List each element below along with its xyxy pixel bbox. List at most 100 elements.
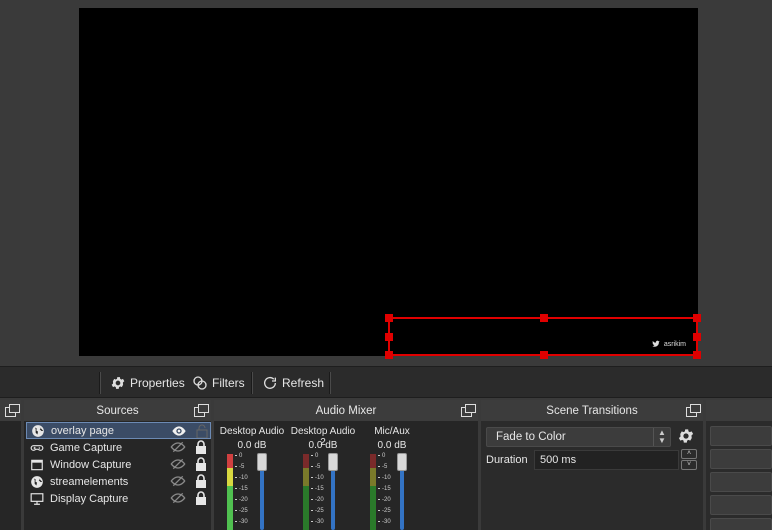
control-button[interactable]: [710, 518, 772, 530]
mixer-channel-desktop-audio: Desktop Audio 0.0 dB 0 -5 -10 -15 -20 -2…: [216, 421, 288, 530]
meter-scale: 0 -5 -10 -15 -20 -25 -30: [235, 453, 257, 530]
controls-dock-title: [706, 400, 772, 421]
list-item[interactable]: Display Capture: [26, 490, 211, 507]
float-dock-icon[interactable]: [686, 404, 701, 417]
lock-icon[interactable]: [195, 474, 207, 488]
list-item[interactable]: Window Capture: [26, 456, 211, 473]
visibility-hidden-eye-icon[interactable]: [170, 492, 186, 504]
meter-tick: -10: [235, 475, 248, 481]
visibility-hidden-eye-icon[interactable]: [170, 458, 186, 470]
monitor-icon: [30, 492, 44, 506]
duration-input[interactable]: 500 ms: [534, 450, 679, 470]
scene-transitions-dock: Scene Transitions Fade to Color ▲ ▼ Durat…: [481, 400, 703, 530]
volume-fader-track[interactable]: [260, 467, 264, 530]
meter-tick: -30: [235, 519, 248, 525]
meter-tick: -10: [378, 475, 391, 481]
lock-icon[interactable]: [195, 440, 207, 454]
browser-globe-icon: [31, 424, 45, 438]
float-dock-icon[interactable]: [5, 404, 20, 417]
chevron-up-icon[interactable]: ˄: [681, 449, 697, 459]
source-label: Game Capture: [50, 441, 123, 454]
mixer-channel-desktop-audio-2: Desktop Audio 2 0.0 dB 0 -5 -10 -15 -20 …: [287, 421, 359, 530]
meter-tick: -5: [235, 464, 244, 470]
transition-settings-gear-icon[interactable]: [677, 427, 695, 445]
duration-value: 500 ms: [540, 454, 577, 466]
meter-tick: -15: [378, 486, 391, 492]
meter-tick: -15: [311, 486, 324, 492]
properties-label: Properties: [130, 376, 185, 390]
properties-button[interactable]: Properties: [110, 373, 185, 393]
volume-fader-track[interactable]: [331, 467, 335, 530]
toolbar-separator: [99, 372, 101, 394]
list-item[interactable]: streamelements: [26, 473, 211, 490]
transition-select[interactable]: Fade to Color ▲ ▼: [486, 427, 671, 447]
lock-icon[interactable]: [195, 491, 207, 505]
scene-transitions-title: Scene Transitions: [546, 404, 638, 417]
scenes-dock: [0, 400, 21, 530]
resize-handle-bottom[interactable]: [540, 351, 548, 359]
meter-tick: -30: [378, 519, 391, 525]
control-button[interactable]: [710, 495, 772, 515]
resize-handle-left[interactable]: [385, 333, 393, 341]
channel-name: Mic/Aux: [374, 426, 410, 437]
source-label: Window Capture: [50, 458, 132, 471]
gear-icon: [111, 377, 125, 389]
float-dock-icon[interactable]: [194, 404, 209, 417]
meter-tick: -10: [311, 475, 324, 481]
refresh-button[interactable]: Refresh: [262, 373, 324, 393]
meter-tick: 0: [378, 453, 385, 459]
preview-canvas[interactable]: asrikim: [79, 8, 701, 359]
filters-icon: [193, 376, 207, 390]
visibility-eye-icon[interactable]: [171, 425, 187, 437]
overlay-twitter-handle: asrikim: [652, 340, 686, 348]
list-item[interactable]: Game Capture: [26, 439, 211, 456]
transition-select-value: Fade to Color: [496, 431, 566, 443]
chevron-down-icon[interactable]: ˅: [681, 460, 697, 470]
twitter-icon: [652, 340, 660, 347]
meter-tick: 0: [311, 453, 318, 459]
resize-handle-right[interactable]: [693, 333, 701, 341]
filters-button[interactable]: Filters: [192, 373, 245, 393]
visibility-hidden-eye-icon[interactable]: [170, 475, 186, 487]
meter-tick: -25: [235, 508, 248, 514]
resize-handle-bottom-left[interactable]: [385, 351, 393, 359]
control-button[interactable]: [710, 472, 772, 492]
control-button[interactable]: [710, 449, 772, 469]
toolbar-separator: [329, 372, 331, 394]
resize-handle-top-left[interactable]: [385, 314, 393, 322]
volume-fader-handle[interactable]: [397, 453, 407, 471]
volume-fader-handle[interactable]: [328, 453, 338, 471]
meter-tick: -30: [311, 519, 324, 525]
resize-handle-bottom-right[interactable]: [693, 351, 701, 359]
preview-area: asrikim: [0, 0, 772, 366]
volume-meter: [370, 454, 376, 530]
channel-name: Desktop Audio: [219, 426, 285, 437]
visibility-hidden-eye-icon[interactable]: [170, 441, 186, 453]
list-item[interactable]: overlay page: [26, 422, 211, 439]
volume-meter: [227, 454, 233, 530]
mixer-channel-mic-aux: Mic/Aux 0.0 dB 0 -5 -10 -15 -20 -25 -30: [356, 421, 428, 530]
duration-stepper[interactable]: ˄ ˅: [681, 449, 697, 471]
meter-tick: -20: [235, 497, 248, 503]
resize-handle-top-right[interactable]: [693, 314, 701, 322]
sources-dock-title: Sources: [24, 400, 211, 421]
unlocked-icon[interactable]: [196, 424, 208, 438]
overlay-selection-box[interactable]: asrikim: [385, 314, 701, 359]
source-label: streamelements: [50, 475, 129, 488]
channel-volume-db: 0.0 dB: [237, 440, 267, 451]
scenes-dock-title: [0, 400, 21, 421]
meter-tick: -15: [235, 486, 248, 492]
volume-fader-track[interactable]: [400, 467, 404, 530]
channel-volume-db: 0.0 dB: [377, 440, 407, 451]
audio-mixer-title: Audio Mixer: [315, 404, 377, 417]
resize-handle-top[interactable]: [540, 314, 548, 322]
control-button[interactable]: [710, 426, 772, 446]
float-dock-icon[interactable]: [461, 404, 476, 417]
lock-icon[interactable]: [195, 457, 207, 471]
toolbar-separator: [251, 372, 253, 394]
volume-fader-handle[interactable]: [257, 453, 267, 471]
refresh-icon: [264, 376, 276, 389]
meter-tick: -25: [311, 508, 324, 514]
meter-tick: -5: [311, 464, 320, 470]
sources-title: Sources: [96, 404, 139, 417]
